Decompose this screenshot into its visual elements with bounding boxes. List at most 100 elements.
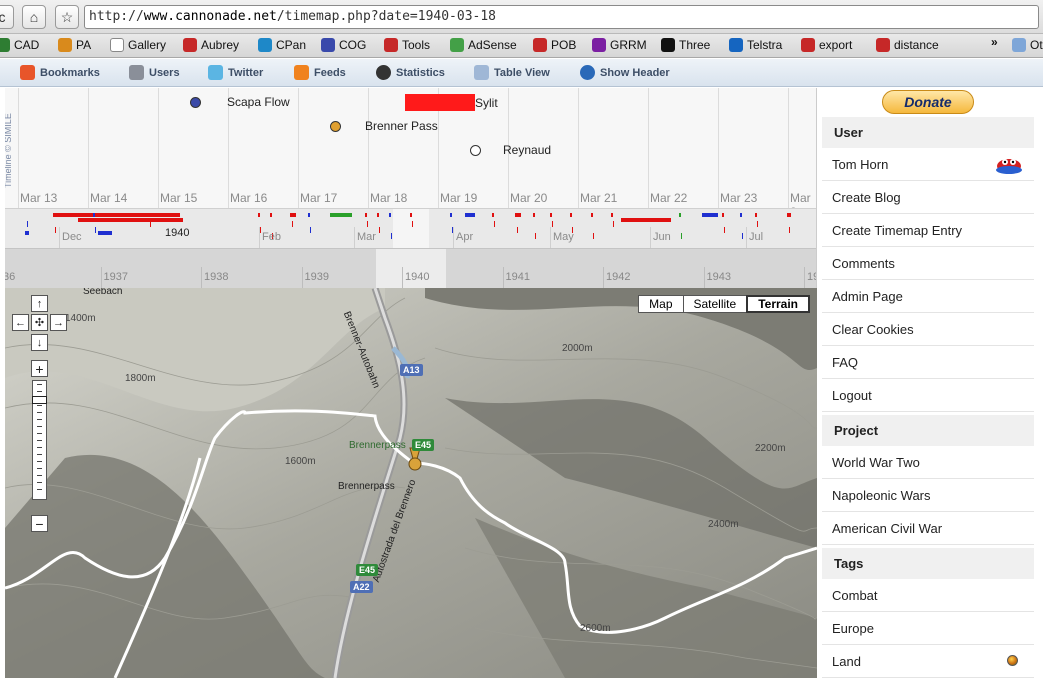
- sidebar: Donate User Tom Horn Create Blog Create Tim…: [822, 88, 1034, 678]
- bookmark-telstra[interactable]: Telstra: [729, 38, 782, 52]
- sidebar-item-logout[interactable]: Logout: [822, 379, 1034, 412]
- bookmark-adsense[interactable]: AdSense: [450, 38, 517, 52]
- event-brenner-pass[interactable]: Brenner Pass: [330, 119, 438, 133]
- bookmark-export[interactable]: export: [801, 38, 852, 52]
- arrow-down-circle-icon: [580, 65, 595, 80]
- adsense-icon: [450, 38, 464, 52]
- event-sylit[interactable]: Sylit: [405, 94, 498, 111]
- event-tick: [550, 213, 552, 217]
- day-label: Mar 19: [440, 191, 478, 205]
- event-scapa-flow[interactable]: Scapa Flow: [190, 95, 290, 109]
- timeline-day-band[interactable]: Mar 13 Mar 14 Mar 15 Mar 16 Mar 17 Mar 18 Mar …: [5, 88, 816, 219]
- event-tick: [258, 213, 260, 217]
- bookmark-star-button[interactable]: ☆: [55, 5, 79, 29]
- timeline-year-band[interactable]: 36 1937 1938 1939 1940 1941 1942 1943 1944: [5, 248, 816, 288]
- bookmark-pob[interactable]: POB: [533, 38, 576, 52]
- home-button[interactable]: ⌂: [22, 5, 46, 29]
- sidebar-item-label: Comments: [832, 256, 895, 271]
- plus-icon: +: [35, 360, 44, 377]
- event-tick: [757, 221, 758, 227]
- sidebar-item-clear-cookies[interactable]: Clear Cookies: [822, 313, 1034, 346]
- map[interactable]: Seebach Brenner-Autobahn Brennerpass Bre…: [5, 288, 817, 678]
- day-label: Mar 23: [720, 191, 758, 205]
- event-tick: [681, 233, 682, 239]
- bookmark-pa[interactable]: PA: [58, 38, 91, 52]
- event-tick: [740, 213, 742, 217]
- url-path: /timemap.php?date=1940-03-18: [276, 9, 497, 24]
- map-type-satellite-button[interactable]: Satellite: [682, 295, 748, 313]
- event-tick: [292, 221, 293, 227]
- elevation-label: 2200m: [755, 443, 786, 454]
- sidebar-item-american-civil-war[interactable]: American Civil War: [822, 512, 1034, 545]
- donate-button[interactable]: Donate: [882, 90, 974, 114]
- sidebar-item-tom-horn[interactable]: Tom Horn: [822, 148, 1034, 181]
- event-reynaud[interactable]: Reynaud: [470, 143, 551, 157]
- sidebar-item-europe[interactable]: Europe: [822, 612, 1034, 645]
- bookmark-cpan[interactable]: CPan: [258, 38, 306, 52]
- zoom-out-button[interactable]: −: [31, 515, 48, 532]
- bookmark-gallery[interactable]: Gallery: [110, 38, 166, 52]
- timeline-month-band[interactable]: Dec Feb Mar Apr May Jun Jul 1940: [5, 208, 816, 249]
- pa-icon: [58, 38, 72, 52]
- pan-right-button[interactable]: →: [50, 314, 67, 331]
- bookmarks-overflow-button[interactable]: »: [991, 35, 998, 49]
- year-label: 1938: [204, 271, 229, 283]
- timeline-credit: Timeline © SIMILE: [5, 113, 13, 188]
- bookmark-tools[interactable]: Tools: [384, 38, 430, 52]
- sidebar-heading-user: User: [822, 117, 1034, 148]
- zoom-in-button[interactable]: +: [31, 360, 48, 377]
- toolbar-bookmarks[interactable]: Bookmarks: [20, 65, 100, 80]
- toolbar-show-header[interactable]: Show Header: [580, 65, 670, 80]
- event-marker-icon: [470, 144, 481, 156]
- sidebar-item-world-war-two[interactable]: World War Two: [822, 446, 1034, 479]
- toolbar-table-view[interactable]: Table View: [474, 65, 550, 80]
- event-tick: [98, 231, 112, 235]
- year-label: 1939: [304, 271, 329, 283]
- zoom-thumb[interactable]: [32, 396, 47, 404]
- pan-up-button[interactable]: ↑: [31, 295, 48, 312]
- year-gridline: [301, 267, 303, 288]
- bookmark-three[interactable]: Three: [661, 38, 710, 52]
- bookmark-aubrey[interactable]: Aubrey: [183, 38, 239, 52]
- toolbar-statistics[interactable]: Statistics: [376, 65, 445, 80]
- timeline[interactable]: Mar 13 Mar 14 Mar 15 Mar 16 Mar 17 Mar 18 Mar …: [5, 88, 817, 288]
- bookmark-grrm[interactable]: GRRM: [592, 38, 647, 52]
- page-icon: [110, 38, 124, 52]
- map-type-terrain-button[interactable]: Terrain: [746, 295, 810, 313]
- road-shield-e45: E45: [412, 439, 435, 451]
- pob-icon: [533, 38, 547, 52]
- sidebar-item-admin-page[interactable]: Admin Page: [822, 280, 1034, 313]
- year-gridline: [502, 267, 504, 288]
- sidebar-item-comments[interactable]: Comments: [822, 247, 1034, 280]
- pan-center-button[interactable]: ✣: [31, 314, 48, 331]
- day-label: Mar 16: [230, 191, 268, 205]
- year-gridline: [603, 267, 604, 288]
- day-label: Mar 22: [650, 191, 688, 205]
- sidebar-item-create-timemap-entry[interactable]: Create Timemap Entry: [822, 214, 1034, 247]
- url-field[interactable]: http://www.cannonade.net/timemap.php?dat…: [84, 5, 1039, 29]
- bookmark-cad[interactable]: CAD: [0, 38, 39, 52]
- url-host: www.cannonade.net: [143, 9, 277, 24]
- pan-down-button[interactable]: ↓: [31, 334, 48, 351]
- event-tick: [410, 213, 412, 217]
- sidebar-item-faq[interactable]: FAQ: [822, 346, 1034, 379]
- stopwatch-icon: [376, 65, 391, 80]
- toolbar-users[interactable]: Users: [129, 65, 180, 80]
- arrow-down-icon: ↓: [36, 336, 43, 349]
- bookmark-other[interactable]: Ot: [1012, 38, 1043, 52]
- bug-avatar-icon: [996, 159, 1022, 174]
- sidebar-item-combat[interactable]: Combat: [822, 579, 1034, 612]
- event-tick: [742, 233, 743, 239]
- bookmark-distance[interactable]: distance: [876, 38, 939, 52]
- reload-button[interactable]: c: [0, 5, 14, 29]
- map-type-map-button[interactable]: Map: [638, 295, 684, 313]
- sidebar-item-land[interactable]: Land: [822, 645, 1034, 678]
- sidebar-item-create-blog[interactable]: Create Blog: [822, 181, 1034, 214]
- elevation-label: 2600m: [580, 623, 611, 634]
- sidebar-item-napoleonic-wars[interactable]: Napoleonic Wars: [822, 479, 1034, 512]
- event-tick: [270, 213, 272, 217]
- bookmark-cog[interactable]: COG: [321, 38, 366, 52]
- toolbar-feeds[interactable]: Feeds: [294, 65, 346, 80]
- pan-left-button[interactable]: ←: [12, 314, 29, 331]
- toolbar-twitter[interactable]: Twitter: [208, 65, 263, 80]
